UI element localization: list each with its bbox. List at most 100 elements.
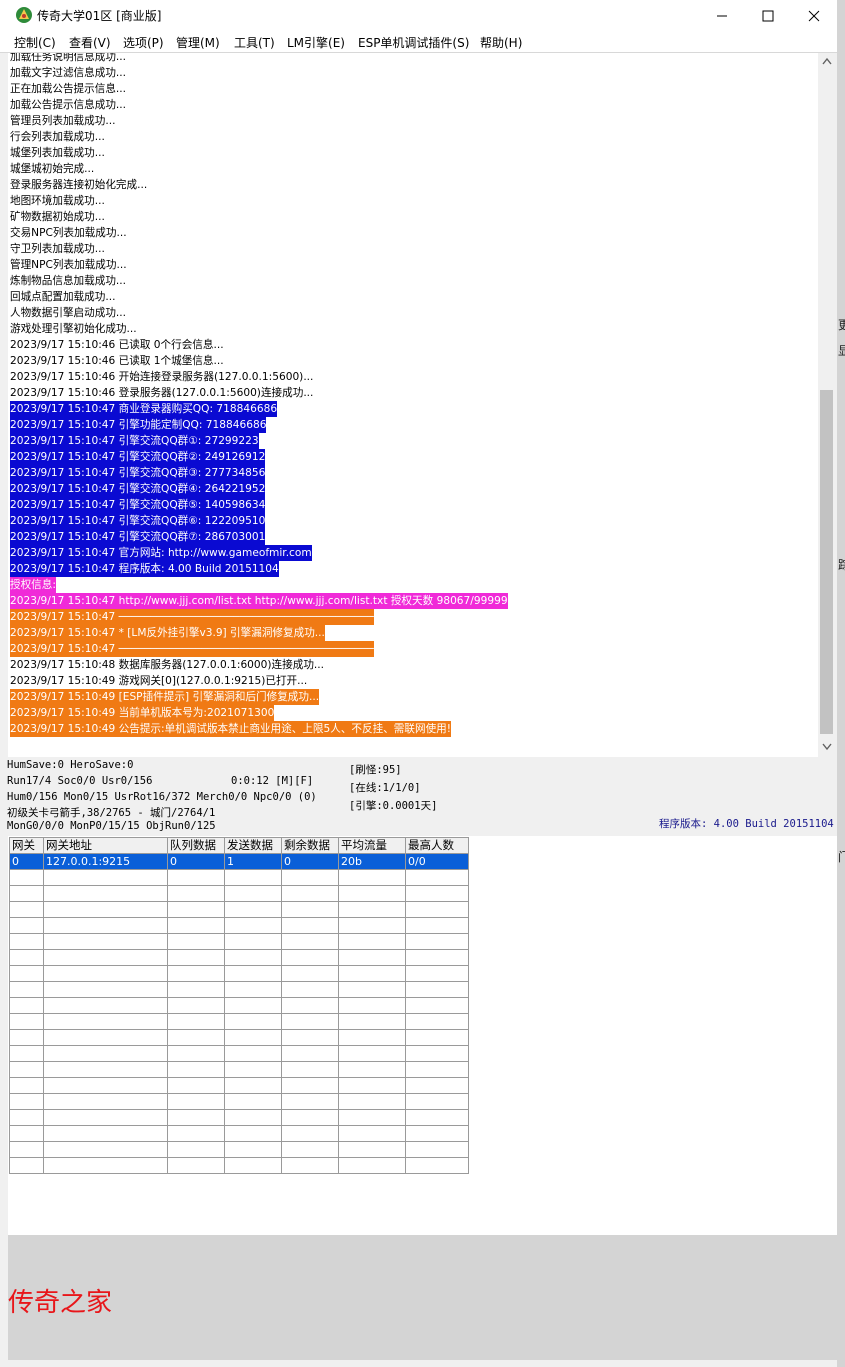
empty-row bbox=[9, 1109, 469, 1126]
status-uptime: 0:0:12 [M][F] bbox=[231, 775, 314, 787]
empty-cell bbox=[9, 1157, 44, 1174]
empty-cell bbox=[281, 901, 339, 918]
column-header[interactable]: 发送数据 bbox=[224, 837, 282, 854]
log-line: 2023/9/17 15:10:46 已读取 1个城堡信息... bbox=[10, 355, 224, 367]
empty-cell bbox=[9, 1013, 44, 1030]
minimize-icon bbox=[717, 15, 727, 17]
log-line: 2023/9/17 15:10:47 ─────────────────────… bbox=[10, 641, 374, 657]
close-button[interactable] bbox=[791, 0, 837, 31]
empty-cell bbox=[167, 1045, 225, 1062]
column-header[interactable]: 队列数据 bbox=[167, 837, 225, 854]
scroll-thumb[interactable] bbox=[820, 390, 833, 734]
empty-cell bbox=[281, 933, 339, 950]
empty-cell bbox=[281, 1157, 339, 1174]
log-line: 回城点配置加载成功... bbox=[10, 291, 116, 303]
log-line: 2023/9/17 15:10:47 引擎功能定制QQ: 718846686 bbox=[10, 417, 267, 433]
gateway-grid-area: 网关 网关地址 队列数据 发送数据 剩余数据 平均流量 最高人数 0 127.0.0.1:921… bbox=[8, 836, 837, 1235]
empty-cell bbox=[167, 949, 225, 966]
log-scrollbar[interactable] bbox=[818, 53, 837, 757]
empty-cell bbox=[224, 885, 282, 902]
empty-row bbox=[9, 869, 469, 886]
log-line: 2023/9/17 15:10:49 公告提示:单机调试版本禁止商业用途、上限5… bbox=[10, 721, 451, 737]
empty-cell bbox=[405, 1125, 469, 1142]
menu-options[interactable]: 选项(P) bbox=[123, 34, 164, 51]
empty-row bbox=[9, 917, 469, 934]
empty-cell bbox=[338, 933, 406, 950]
empty-cell bbox=[405, 1029, 469, 1046]
empty-cell bbox=[338, 1125, 406, 1142]
log-line: 2023/9/17 15:10:49 游戏网关[0](127.0.0.1:921… bbox=[10, 675, 308, 687]
empty-cell bbox=[167, 1077, 225, 1094]
empty-cell bbox=[43, 1029, 168, 1046]
empty-row bbox=[9, 1029, 469, 1046]
table-row[interactable]: 0 127.0.0.1:9215 0 1 0 20b 0/0 bbox=[9, 853, 469, 870]
empty-cell bbox=[167, 869, 225, 886]
empty-cell bbox=[405, 885, 469, 902]
version-label: 程序版本: 4.00 Build 20151104 bbox=[659, 818, 834, 830]
menu-view[interactable]: 查看(V) bbox=[69, 34, 111, 51]
empty-cell bbox=[405, 1141, 469, 1158]
menu-lm-engine[interactable]: LM引擎(E) bbox=[287, 34, 345, 51]
scroll-up-icon[interactable] bbox=[822, 57, 832, 65]
log-line: 管理员列表加载成功... bbox=[10, 115, 116, 127]
menu-help[interactable]: 帮助(H) bbox=[480, 34, 522, 51]
empty-cell bbox=[338, 981, 406, 998]
empty-cell bbox=[338, 1045, 406, 1062]
empty-cell bbox=[224, 1125, 282, 1142]
log-line: 行会列表加载成功... bbox=[10, 131, 105, 143]
menu-esp-plugin[interactable]: ESP单机调试插件(S) bbox=[358, 34, 469, 51]
column-header[interactable]: 平均流量 bbox=[338, 837, 406, 854]
log-line: 2023/9/17 15:10:47 引擎交流QQ群④: 264221952 bbox=[10, 481, 266, 497]
table-cell: 127.0.0.1:9215 bbox=[43, 853, 168, 870]
empty-cell bbox=[405, 965, 469, 982]
menu-control[interactable]: 控制(C) bbox=[14, 34, 56, 51]
maximize-button[interactable] bbox=[745, 0, 791, 31]
empty-cell bbox=[43, 1109, 168, 1126]
background-window-edge: 更 显 踪 门 bbox=[837, 0, 845, 1367]
empty-cell bbox=[338, 901, 406, 918]
empty-cell bbox=[338, 1141, 406, 1158]
minimize-button[interactable] bbox=[699, 0, 745, 31]
empty-cell bbox=[281, 1141, 339, 1158]
column-header[interactable]: 网关 bbox=[9, 837, 44, 854]
log-line: 2023/9/17 15:10:46 已读取 0个行会信息... bbox=[10, 339, 224, 351]
empty-cell bbox=[281, 885, 339, 902]
empty-cell bbox=[224, 933, 282, 950]
log-line: 交易NPC列表加载成功... bbox=[10, 227, 127, 239]
empty-cell bbox=[281, 949, 339, 966]
empty-cell bbox=[338, 997, 406, 1014]
empty-cell bbox=[43, 1141, 168, 1158]
column-header[interactable]: 剩余数据 bbox=[281, 837, 339, 854]
empty-cell bbox=[167, 901, 225, 918]
table-cell: 0 bbox=[167, 853, 225, 870]
log-panel[interactable]: 加载任务说明信息成功... 加载文字过滤信息成功... 正在加载公告提示信息... 加… bbox=[8, 53, 818, 757]
empty-cell bbox=[338, 885, 406, 902]
empty-cell bbox=[43, 901, 168, 918]
empty-cell bbox=[43, 1125, 168, 1142]
log-line: 矿物数据初始成功... bbox=[10, 211, 105, 223]
empty-cell bbox=[167, 1141, 225, 1158]
column-header[interactable]: 网关地址 bbox=[43, 837, 168, 854]
menu-manage[interactable]: 管理(M) bbox=[176, 34, 220, 51]
empty-cell bbox=[405, 1061, 469, 1078]
empty-cell bbox=[167, 965, 225, 982]
empty-cell bbox=[405, 1093, 469, 1110]
empty-cell bbox=[338, 1157, 406, 1174]
log-line: 加载任务说明信息成功... bbox=[10, 53, 127, 63]
column-header[interactable]: 最高人数 bbox=[405, 837, 469, 854]
log-line: 人物数据引擎启动成功... bbox=[10, 307, 127, 319]
empty-cell bbox=[405, 1077, 469, 1094]
status-run: Run17/4 Soc0/0 Usr0/156 bbox=[7, 775, 153, 787]
title-bar[interactable]: 传奇大学01区 [商业版] bbox=[0, 0, 837, 31]
menu-tools[interactable]: 工具(T) bbox=[234, 34, 275, 51]
scroll-down-icon[interactable] bbox=[822, 743, 832, 751]
log-line: 2023/9/17 15:10:47 官方网站: http://www.game… bbox=[10, 545, 312, 561]
empty-cell bbox=[281, 1125, 339, 1142]
empty-row bbox=[9, 901, 469, 918]
engine-label: [引擎:0.0001天] bbox=[349, 800, 438, 812]
empty-cell bbox=[167, 1093, 225, 1110]
online-label: [在线:1/1/0] bbox=[349, 782, 421, 794]
empty-cell bbox=[43, 933, 168, 950]
status-monster: 初级关卡弓箭手,38/2765 - 城门/2764/1 bbox=[7, 807, 216, 819]
empty-cell bbox=[167, 1109, 225, 1126]
